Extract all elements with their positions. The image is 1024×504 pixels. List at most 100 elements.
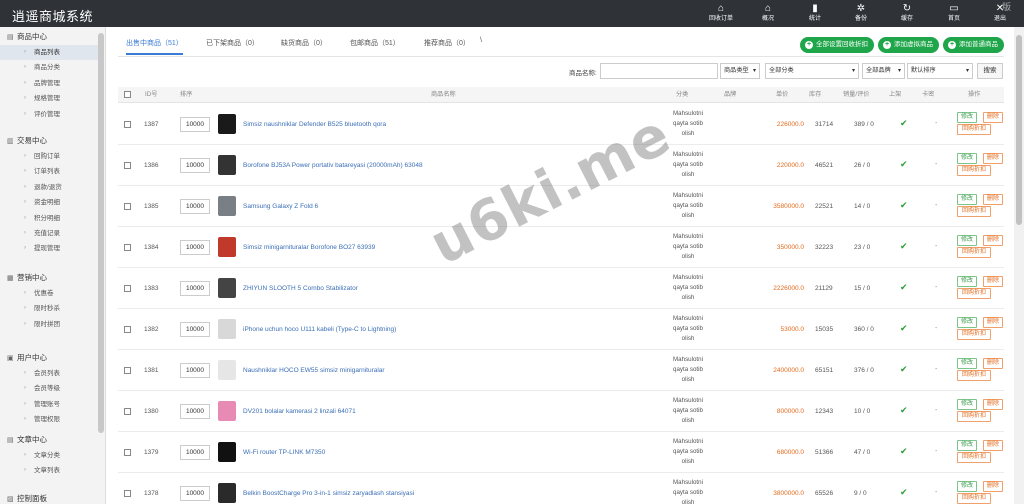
sidebar-item[interactable]: › 管理账号 [0,397,98,412]
delete-button[interactable]: 删除 [983,317,1003,328]
delete-button[interactable]: 删除 [983,276,1003,287]
sidebar-item[interactable]: › 充值记录 [0,226,98,241]
tab-4[interactable]: 包邮商品（51） [350,35,400,55]
discount-button[interactable]: 回购折扣 [957,493,991,504]
row-checkbox[interactable] [124,285,131,292]
sidebar-item[interactable]: › 管理权限 [0,412,98,427]
product-name-link[interactable]: Simsiz naushniklar Defender B525 bluetoo… [243,121,386,128]
delete-button[interactable]: 删除 [983,153,1003,164]
sidebar-group-header[interactable]: ▦ 营销中心 [0,270,98,286]
on-shelf-check-icon[interactable]: ✔ [900,159,908,170]
row-checkbox[interactable] [124,449,131,456]
delete-button[interactable]: 删除 [983,358,1003,369]
category-select[interactable]: 全部分类 ▾ [765,63,859,79]
row-checkbox[interactable] [124,408,131,415]
topnav-3[interactable]: ▮ 统计 [795,3,835,26]
on-shelf-check-icon[interactable]: ✔ [900,118,908,129]
row-checkbox[interactable] [124,121,131,128]
discount-button[interactable]: 回购折扣 [957,165,991,176]
set-all-discount-button[interactable]: + 全部设置回收折扣 [800,37,874,53]
discount-button[interactable]: 回购折扣 [957,411,991,422]
sidebar-item[interactable]: › 提现管理 [0,241,98,256]
sidebar-item[interactable]: › 限时拼团 [0,317,98,332]
sidebar-item[interactable]: › 会员列表 [0,366,98,381]
topnav-7[interactable]: ✕ 退出 [980,3,1020,26]
discount-button[interactable]: 回购折扣 [957,288,991,299]
product-name-input[interactable] [600,63,718,79]
on-shelf-check-icon[interactable]: ✔ [900,364,908,375]
brand-select[interactable]: 全部品牌 ▾ [862,63,905,79]
sidebar-item[interactable]: › 限时秒杀 [0,301,98,316]
topnav-1[interactable]: ⌂ 回收订单 [701,3,741,26]
tab-1[interactable]: 出售中商品（51） [126,35,183,55]
edit-button[interactable]: 修改 [957,358,977,369]
sidebar-group-header[interactable]: ▤ 商品中心 [0,29,98,45]
sidebar-group-header[interactable]: ▨ 控制面板 [0,491,98,504]
row-checkbox[interactable] [124,367,131,374]
sidebar-group-header[interactable]: ▤ 文章中心 [0,432,98,448]
sidebar-item[interactable]: › 订单列表 [0,164,98,179]
topnav-4[interactable]: ✲ 备份 [841,3,881,26]
tab-2[interactable]: 已下架商品（0） [206,35,259,55]
edit-button[interactable]: 修改 [957,194,977,205]
sort-input[interactable]: 10000 [180,322,210,337]
sort-select[interactable]: 默认排序 ▾ [907,63,973,79]
product-name-link[interactable]: Naushniklar HOCO EW55 simsiz minigarnitu… [243,367,385,374]
sidebar-item[interactable]: › 规格管理 [0,91,98,106]
sidebar-item[interactable]: › 商品列表 [0,45,98,61]
on-shelf-check-icon[interactable]: ✔ [900,446,908,457]
product-name-link[interactable]: iPhone uchun hoco U111 kabeli (Type-C to… [243,326,396,333]
topnav-2[interactable]: ⌂ 概况 [748,3,788,26]
sort-input[interactable]: 10000 [180,240,210,255]
product-name-link[interactable]: Samsung Galaxy Z Fold 6 [243,203,318,210]
sort-input[interactable]: 10000 [180,363,210,378]
sort-input[interactable]: 10000 [180,199,210,214]
discount-button[interactable]: 回购折扣 [957,452,991,463]
discount-button[interactable]: 回购折扣 [957,206,991,217]
sidebar-item[interactable]: › 回购订单 [0,149,98,164]
edit-button[interactable]: 修改 [957,276,977,287]
add-virtual-product-button[interactable]: + 添加虚拟商品 [878,37,939,53]
sidebar-item[interactable]: › 品牌管理 [0,76,98,91]
on-shelf-check-icon[interactable]: ✔ [900,282,908,293]
sidebar-item[interactable]: › 退款/退货 [0,180,98,195]
sort-input[interactable]: 10000 [180,445,210,460]
sidebar-item[interactable]: › 评价管理 [0,107,98,122]
select-all-checkbox[interactable] [124,91,131,98]
sidebar-item[interactable]: › 优惠卷 [0,286,98,301]
sort-input[interactable]: 10000 [180,486,210,501]
topnav-6[interactable]: ▭ 首页 [934,3,974,26]
product-name-link[interactable]: Borofone BJ53A Power portativ batareyasi… [243,162,423,169]
delete-button[interactable]: 删除 [983,481,1003,492]
sidebar-group-header[interactable]: ▥ 交易中心 [0,133,98,149]
product-name-link[interactable]: Belkin BoostCharge Pro 3-in-1 simsiz zar… [243,490,414,497]
sidebar-group-header[interactable]: ▣ 用户中心 [0,350,98,366]
page-scrollbar[interactable] [1014,27,1024,504]
on-shelf-check-icon[interactable]: ✔ [900,323,908,334]
delete-button[interactable]: 删除 [983,112,1003,123]
on-shelf-check-icon[interactable]: ✔ [900,200,908,211]
product-name-link[interactable]: DV201 bolalar kamerasi 2 linzali 64071 [243,408,356,415]
tab-3[interactable]: 缺货商品（0） [281,35,327,55]
sidebar-item[interactable]: › 会员等级 [0,381,98,396]
tab-5[interactable]: 推荐商品（0） [424,35,470,55]
edit-button[interactable]: 修改 [957,112,977,123]
row-checkbox[interactable] [124,244,131,251]
topnav-5[interactable]: ↻ 缓存 [887,3,927,26]
product-name-link[interactable]: ZHIYUN SLOOTH 5 Combo Stabilizator [243,285,358,292]
row-checkbox[interactable] [124,326,131,333]
sidebar-item[interactable]: › 文章列表 [0,463,98,478]
sort-input[interactable]: 10000 [180,158,210,173]
sidebar-item[interactable]: › 商品分类 [0,60,98,75]
edit-button[interactable]: 修改 [957,440,977,451]
sort-input[interactable]: 10000 [180,404,210,419]
search-button[interactable]: 搜索 [977,63,1003,79]
sidebar-item[interactable]: › 积分明细 [0,211,98,226]
discount-button[interactable]: 回购折扣 [957,329,991,340]
delete-button[interactable]: 删除 [983,235,1003,246]
delete-button[interactable]: 删除 [983,194,1003,205]
product-name-link[interactable]: Simsiz minigarnituralar Borofone BO27 63… [243,244,375,251]
row-checkbox[interactable] [124,490,131,497]
edit-button[interactable]: 修改 [957,235,977,246]
on-shelf-check-icon[interactable]: ✔ [900,487,908,498]
